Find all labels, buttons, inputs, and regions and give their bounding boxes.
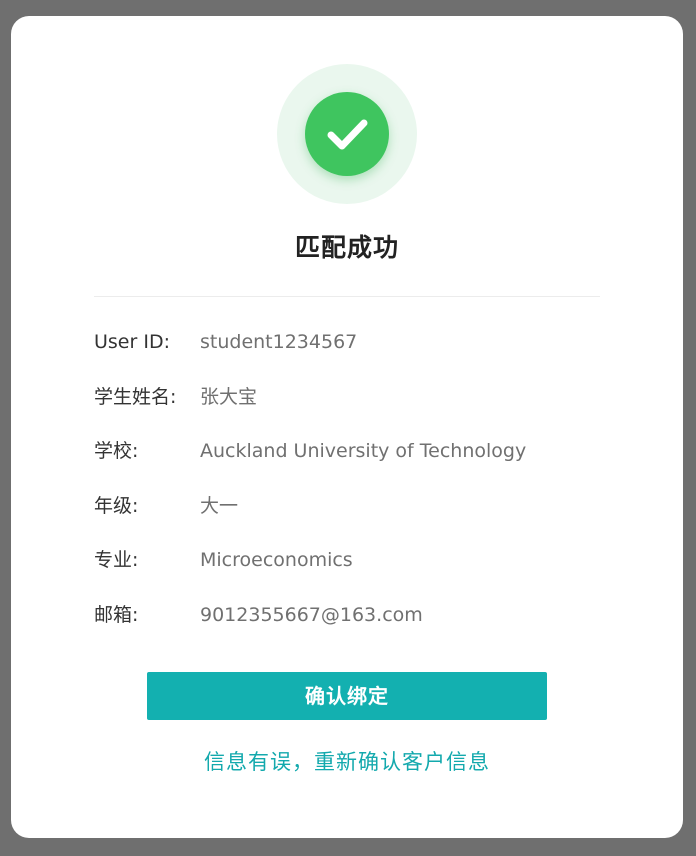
info-value: 9012355667@163.com <box>200 604 423 626</box>
match-success-dialog: 匹配成功 User ID: student1234567 学生姓名: 张大宝 学… <box>11 16 683 838</box>
info-value: 大一 <box>200 495 239 517</box>
info-label: 学生姓名: <box>94 386 177 408</box>
info-label: 学校: <box>94 440 139 462</box>
info-row-email: 邮箱: 9012355667@163.com <box>94 600 614 630</box>
divider <box>94 296 600 297</box>
dialog-title: 匹配成功 <box>294 233 399 262</box>
check-circle-icon <box>305 92 389 176</box>
info-value: 张大宝 <box>200 386 258 408</box>
info-value: student1234567 <box>200 331 358 353</box>
info-row-user-id: User ID: student1234567 <box>94 327 614 357</box>
info-value: Auckland University of Technology <box>200 440 527 462</box>
info-label: 年级: <box>94 495 139 517</box>
info-label: 邮箱: <box>94 604 139 626</box>
info-row-school: 学校: Auckland University of Technology <box>94 436 614 466</box>
info-row-major: 专业: Microeconomics <box>94 545 614 575</box>
checkmark-icon <box>327 119 368 150</box>
info-label: 专业: <box>94 549 139 571</box>
info-row-grade: 年级: 大一 <box>94 491 614 521</box>
info-label: User ID: <box>94 331 170 353</box>
confirm-binding-button[interactable]: 确认绑定 <box>147 672 547 720</box>
info-row-student-name: 学生姓名: 张大宝 <box>94 382 614 412</box>
reconfirm-info-link[interactable]: 信息有误，重新确认客户信息 <box>11 746 683 776</box>
info-value: Microeconomics <box>200 549 353 571</box>
